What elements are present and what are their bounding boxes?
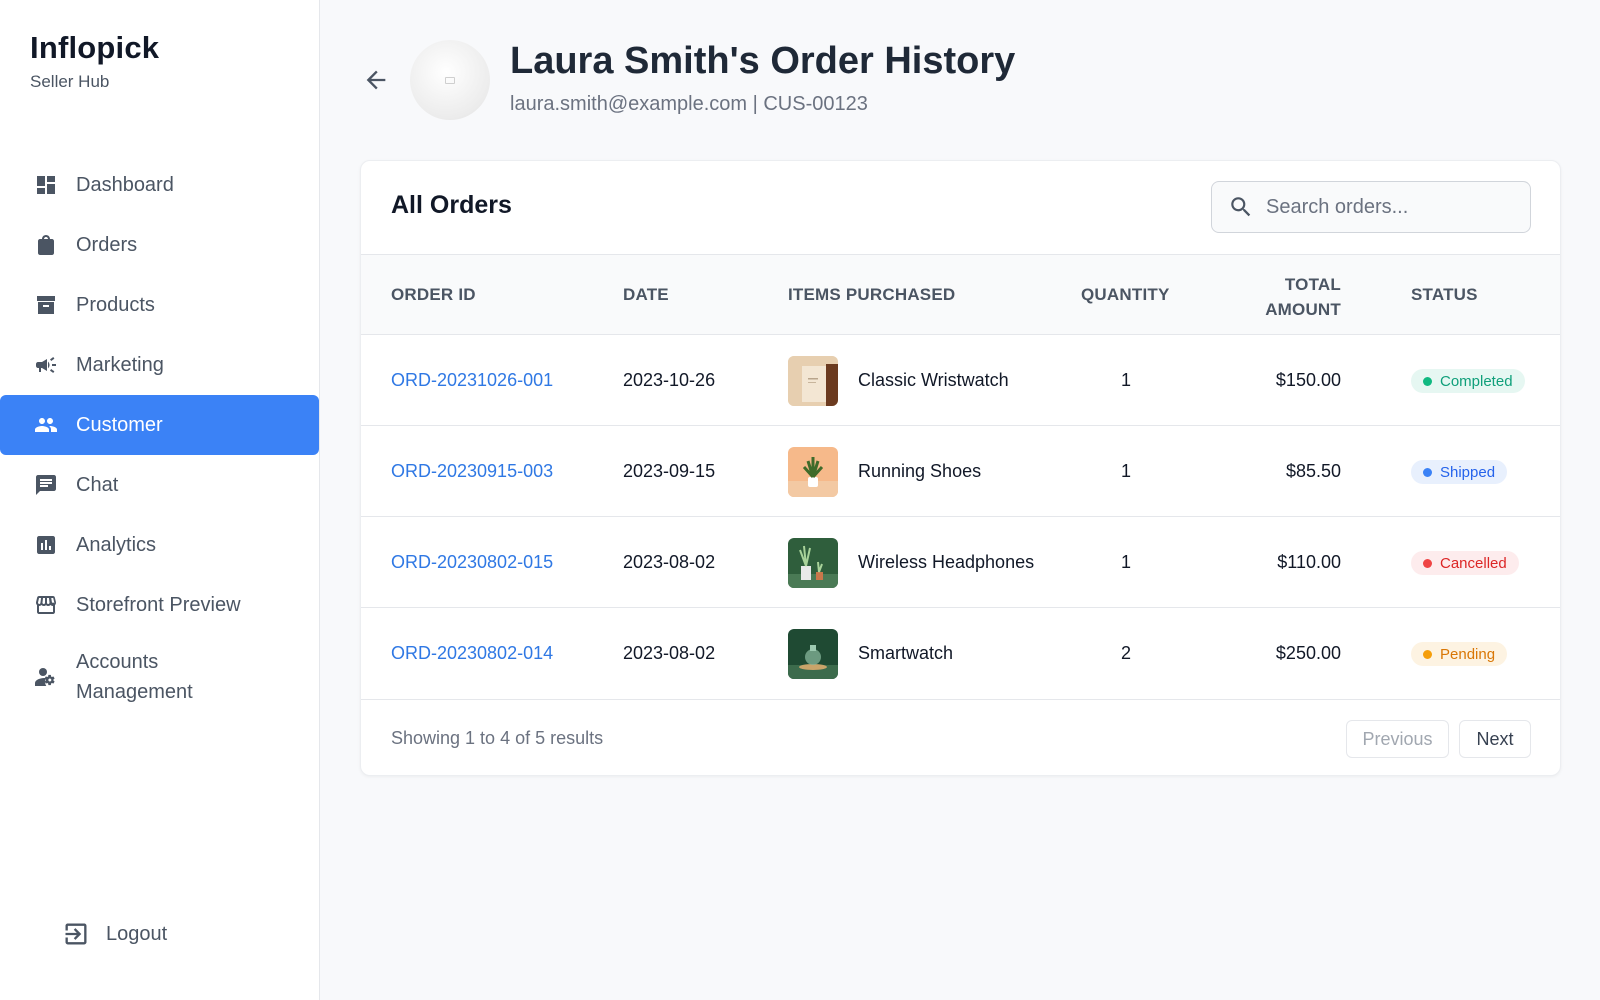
- sidebar-item-label: Chat: [76, 473, 119, 496]
- table-row[interactable]: ORD-20230802-015 2023-08-02 Wireless Hea…: [361, 516, 1560, 607]
- product-thumbnail: [788, 629, 838, 679]
- column-header-quantity[interactable]: QUANTITY: [1081, 285, 1169, 305]
- status-dot: [1423, 467, 1432, 477]
- page-title: Laura Smith's Order History: [510, 40, 1016, 82]
- sidebar-item-accounts-management[interactable]: Accounts Management: [0, 635, 319, 719]
- status-badge: Completed: [1411, 369, 1525, 393]
- arrow-left-icon: [366, 70, 386, 90]
- logout-icon: [65, 923, 87, 945]
- column-header-status[interactable]: STATUS: [1411, 285, 1478, 305]
- logout-label: Logout: [106, 922, 168, 945]
- results-summary: Showing 1 to 4 of 5 results: [391, 728, 604, 748]
- status-badge: Shipped: [1411, 460, 1508, 484]
- sidebar-item-dashboard[interactable]: Dashboard: [0, 155, 319, 215]
- item-quantity: 2: [1120, 643, 1131, 663]
- next-page-button[interactable]: Next: [1459, 720, 1531, 758]
- dashboard-icon: [34, 173, 58, 197]
- item-name: Wireless Headphones: [858, 552, 1035, 572]
- status-badge: Pending: [1411, 642, 1508, 666]
- previous-page-button[interactable]: Previous: [1346, 720, 1449, 758]
- status-label: Completed: [1440, 372, 1513, 390]
- sidebar-item-label: Dashboard: [76, 173, 174, 196]
- orders-card: All Orders ORDER ID DATE ITEMS PURCHASED…: [360, 160, 1561, 776]
- analytics-icon: [34, 533, 58, 557]
- sidebar-item-customer[interactable]: Customer: [0, 395, 319, 455]
- item-quantity: 1: [1120, 552, 1131, 572]
- product-thumbnail: [788, 356, 838, 406]
- sidebar-item-marketing[interactable]: Marketing: [0, 335, 319, 395]
- order-total: $250.00: [1275, 643, 1341, 663]
- order-date: 2023-09-15: [623, 461, 716, 481]
- table-row[interactable]: ORD-20231026-001 2023-10-26 Classic Wris…: [361, 334, 1560, 425]
- logout-button[interactable]: Logout: [62, 920, 167, 948]
- order-id-link[interactable]: ORD-20231026-001: [391, 370, 553, 391]
- sidebar-item-orders[interactable]: Orders: [0, 215, 319, 275]
- order-id-link[interactable]: ORD-20230802-014: [391, 643, 553, 664]
- brand-name: Inflopick: [30, 30, 160, 65]
- table-row[interactable]: ORD-20230915-003 2023-09-15 Running Shoe…: [361, 425, 1560, 516]
- user-settings-icon: [34, 665, 58, 689]
- sidebar: Inflopick Seller Hub Dashboard Orders Pr…: [0, 0, 320, 1000]
- status-label: Cancelled: [1440, 554, 1507, 572]
- order-date: 2023-08-02: [623, 643, 716, 663]
- chat-icon: [34, 473, 58, 497]
- sidebar-item-label: Orders: [76, 233, 138, 256]
- product-thumbnail: [788, 538, 838, 588]
- archive-box-icon: [34, 293, 58, 317]
- status-label: Pending: [1440, 645, 1496, 663]
- search-box: [1211, 181, 1531, 233]
- sidebar-item-label: Accounts Management: [76, 651, 193, 703]
- item-name: Classic Wristwatch: [858, 370, 1009, 390]
- status-dot: [1423, 376, 1432, 386]
- status-badge: Cancelled: [1411, 551, 1519, 575]
- column-header-total-line2: AMOUNT: [1265, 300, 1341, 319]
- product-thumbnail: [788, 447, 838, 497]
- table-footer: Showing 1 to 4 of 5 results Previous Nex…: [361, 699, 1560, 775]
- shopping-bag-icon: [34, 233, 58, 257]
- sidebar-item-label: Customer: [76, 413, 163, 436]
- sidebar-item-products[interactable]: Products: [0, 275, 319, 335]
- status-dot: [1423, 649, 1432, 659]
- order-total: $150.00: [1275, 370, 1341, 390]
- order-date: 2023-10-26: [623, 370, 716, 390]
- sidebar-item-label: Products: [76, 293, 155, 316]
- megaphone-icon: [34, 353, 58, 377]
- sidebar-item-label: Marketing: [76, 353, 164, 376]
- order-id-link[interactable]: ORD-20230802-015: [391, 552, 553, 573]
- item-name: Smartwatch: [858, 643, 954, 663]
- back-button[interactable]: [362, 66, 390, 94]
- status-dot: [1423, 558, 1432, 568]
- customer-contact: laura.smith@example.com | CUS-00123: [510, 93, 868, 115]
- item-name: Running Shoes: [858, 461, 982, 481]
- column-header-date[interactable]: DATE: [623, 285, 669, 305]
- order-total: $85.50: [1285, 461, 1341, 481]
- image-placeholder-icon: [445, 76, 455, 84]
- order-total: $110.00: [1277, 552, 1341, 572]
- search-input[interactable]: [1266, 195, 1516, 219]
- item-quantity: 1: [1120, 461, 1131, 481]
- sidebar-item-storefront-preview[interactable]: Storefront Preview: [0, 575, 319, 635]
- item-quantity: 1: [1120, 370, 1131, 390]
- column-header-total-line1: TOTAL: [1284, 275, 1341, 294]
- sidebar-item-label: Analytics: [76, 533, 157, 556]
- sidebar-item-chat[interactable]: Chat: [0, 455, 319, 515]
- column-header-order-id[interactable]: ORDER ID: [391, 285, 476, 305]
- column-header-items[interactable]: ITEMS PURCHASED: [788, 285, 955, 305]
- sidebar-nav: Dashboard Orders Products Marketing Cust…: [0, 155, 319, 719]
- brand: Inflopick Seller Hub: [30, 30, 159, 92]
- avatar: [410, 40, 490, 120]
- orders-title: All Orders: [391, 191, 512, 219]
- sidebar-item-label: Storefront Preview: [76, 593, 241, 616]
- table-header: ORDER ID DATE ITEMS PURCHASED QUANTITY T…: [361, 254, 1560, 334]
- search-icon: [1231, 197, 1251, 217]
- sidebar-item-analytics[interactable]: Analytics: [0, 515, 319, 575]
- storefront-icon: [34, 593, 58, 617]
- people-icon: [34, 413, 58, 437]
- status-label: Shipped: [1440, 463, 1496, 481]
- table-row[interactable]: ORD-20230802-014 2023-08-02 Smartwatch 2…: [361, 607, 1560, 698]
- order-date: 2023-08-02: [623, 552, 716, 572]
- brand-subtitle: Seller Hub: [30, 72, 110, 91]
- column-header-total-amount[interactable]: TOTAL AMOUNT: [1241, 272, 1341, 322]
- order-id-link[interactable]: ORD-20230915-003: [391, 461, 553, 482]
